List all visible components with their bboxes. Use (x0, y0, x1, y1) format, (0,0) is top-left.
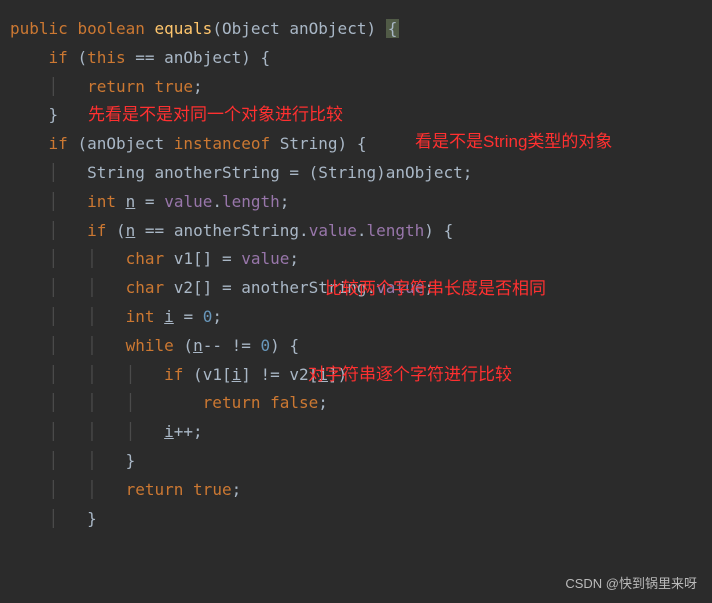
keyword-return: return (126, 480, 184, 499)
code-line: │ │ } (10, 447, 702, 476)
keyword-return: return (203, 393, 261, 412)
keyword-public: public (10, 19, 68, 38)
code-line: │ } (10, 505, 702, 534)
keyword-while: while (126, 336, 174, 355)
keyword-int: int (126, 307, 155, 326)
annotation-char-compare: 对字符串逐个字符进行比较 (308, 363, 512, 387)
keyword-return: return (87, 77, 145, 96)
keyword-true: true (193, 480, 232, 499)
keyword-instanceof: instanceof (174, 134, 270, 153)
number-literal: 0 (203, 307, 213, 326)
keyword-this: this (87, 48, 126, 67)
code-line: │ │ while (n-- != 0) { (10, 332, 702, 361)
code-line: │ │ │ i++; (10, 418, 702, 447)
field-value: value (164, 192, 212, 211)
code-line: │ if (n == anotherString.value.length) { (10, 217, 702, 246)
param-name: anObject (289, 19, 366, 38)
keyword-int: int (87, 192, 116, 211)
code-line: if (this == anObject) { (10, 44, 702, 73)
code-line: │ │ │ return false; (10, 389, 702, 418)
keyword-boolean: boolean (77, 19, 144, 38)
code-line: │ String anotherString = (String)anObjec… (10, 159, 702, 188)
annotation-length-compare: 比较两个字符串长度是否相同 (325, 277, 546, 301)
keyword-if: if (49, 134, 68, 153)
code-line: │ │ int i = 0; (10, 303, 702, 332)
keyword-true: true (155, 77, 194, 96)
code-line: │ │ char v1[] = value; (10, 245, 702, 274)
code-line: │ return true; (10, 73, 702, 102)
code-line: │ │ return true; (10, 476, 702, 505)
code-block: public boolean equals(Object anObject) {… (10, 15, 702, 533)
brace-highlight: { (386, 19, 400, 38)
method-name: equals (155, 19, 213, 38)
annotation-string-type: 看是不是String类型的对象 (415, 130, 695, 154)
code-line: │ int n = value.length; (10, 188, 702, 217)
keyword-if: if (164, 365, 183, 384)
watermark-text: CSDN @快到锅里来呀 (565, 572, 697, 595)
param-type: Object (222, 19, 280, 38)
annotation-same-object: 先看是不是对同一个对象进行比较 (88, 103, 343, 127)
keyword-if: if (87, 221, 106, 240)
code-line: public boolean equals(Object anObject) { (10, 15, 702, 44)
keyword-char: char (126, 249, 165, 268)
keyword-false: false (270, 393, 318, 412)
keyword-if: if (49, 48, 68, 67)
keyword-char: char (126, 278, 165, 297)
